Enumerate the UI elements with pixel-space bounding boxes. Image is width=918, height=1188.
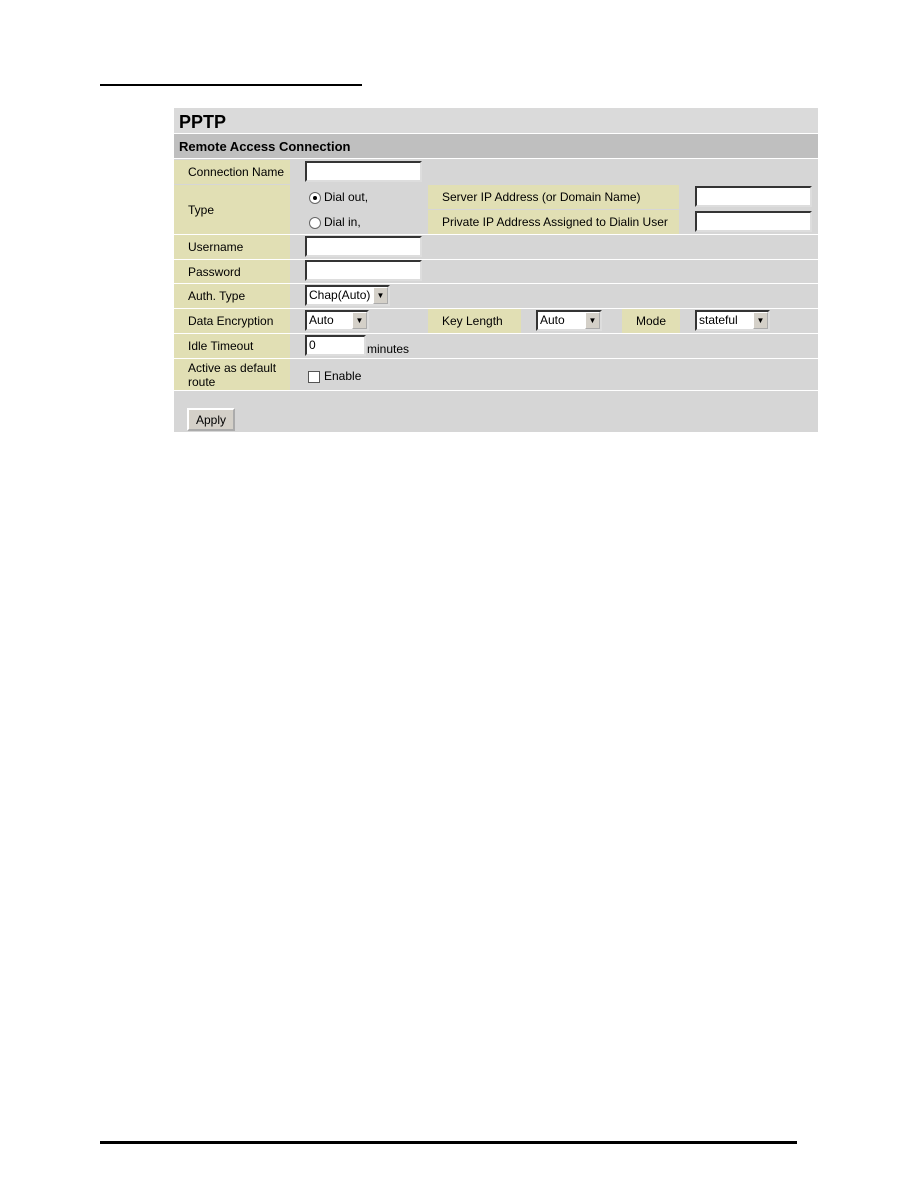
label-auth-type: Auth. Type xyxy=(174,284,290,308)
mode-value: stateful xyxy=(699,313,738,327)
label-type: Type xyxy=(174,185,290,234)
auth-type-value: Chap(Auto) xyxy=(309,288,371,302)
mode-select[interactable]: stateful ▼ xyxy=(695,310,770,331)
radio-icon xyxy=(309,216,321,229)
divider xyxy=(174,390,818,391)
label-private-ip: Private IP Address Assigned to Dialin Us… xyxy=(428,210,679,234)
auth-type-select[interactable]: Chap(Auto) ▼ xyxy=(305,285,390,306)
data-encryption-select[interactable]: Auto ▼ xyxy=(305,310,369,331)
label-mode: Mode xyxy=(622,309,680,333)
enable-checkbox[interactable]: Enable xyxy=(308,369,361,383)
password-input[interactable] xyxy=(305,260,422,281)
bottom-rule xyxy=(100,1141,797,1144)
label-key-length: Key Length xyxy=(428,309,521,333)
top-rule xyxy=(100,84,362,86)
dial-in-radio[interactable]: Dial in, xyxy=(291,210,427,234)
key-length-select[interactable]: Auto ▼ xyxy=(536,310,602,331)
private-ip-input[interactable] xyxy=(695,211,812,232)
label-username: Username xyxy=(174,235,290,259)
apply-button[interactable]: Apply xyxy=(187,408,235,431)
divider xyxy=(174,358,818,359)
chevron-down-icon: ▼ xyxy=(753,312,768,329)
dial-out-radio[interactable]: Dial out, xyxy=(291,185,427,209)
radio-selected-icon xyxy=(309,191,321,204)
enable-label: Enable xyxy=(324,369,362,383)
pptp-panel: PPTP Remote Access Connection Connection… xyxy=(174,108,818,432)
chevron-down-icon: ▼ xyxy=(352,312,367,329)
cell xyxy=(428,160,818,184)
username-input[interactable] xyxy=(305,236,422,257)
divider xyxy=(174,234,818,235)
divider xyxy=(174,259,818,260)
dial-in-label: Dial in, xyxy=(324,215,361,229)
key-length-value: Auto xyxy=(540,313,565,327)
section-header: Remote Access Connection xyxy=(174,134,818,159)
page-title: PPTP xyxy=(174,108,818,134)
divider xyxy=(174,283,818,284)
idle-timeout-input[interactable]: 0 xyxy=(305,335,366,356)
connection-name-input[interactable] xyxy=(305,161,422,182)
label-active-default-route: Active as default route xyxy=(174,359,290,390)
checkbox-icon xyxy=(308,370,320,383)
divider xyxy=(174,333,818,334)
label-connection-name: Connection Name xyxy=(174,160,290,184)
label-server-ip: Server IP Address (or Domain Name) xyxy=(428,185,679,209)
dial-out-label: Dial out, xyxy=(324,190,369,204)
label-password: Password xyxy=(174,260,290,283)
label-idle-timeout: Idle Timeout xyxy=(174,334,290,358)
chevron-down-icon: ▼ xyxy=(585,312,600,329)
divider xyxy=(174,308,818,309)
data-encryption-value: Auto xyxy=(309,313,334,327)
server-ip-input[interactable] xyxy=(695,186,812,207)
idle-unit: minutes xyxy=(367,342,410,356)
chevron-down-icon: ▼ xyxy=(373,287,388,304)
label-data-encryption: Data Encryption xyxy=(174,309,290,333)
